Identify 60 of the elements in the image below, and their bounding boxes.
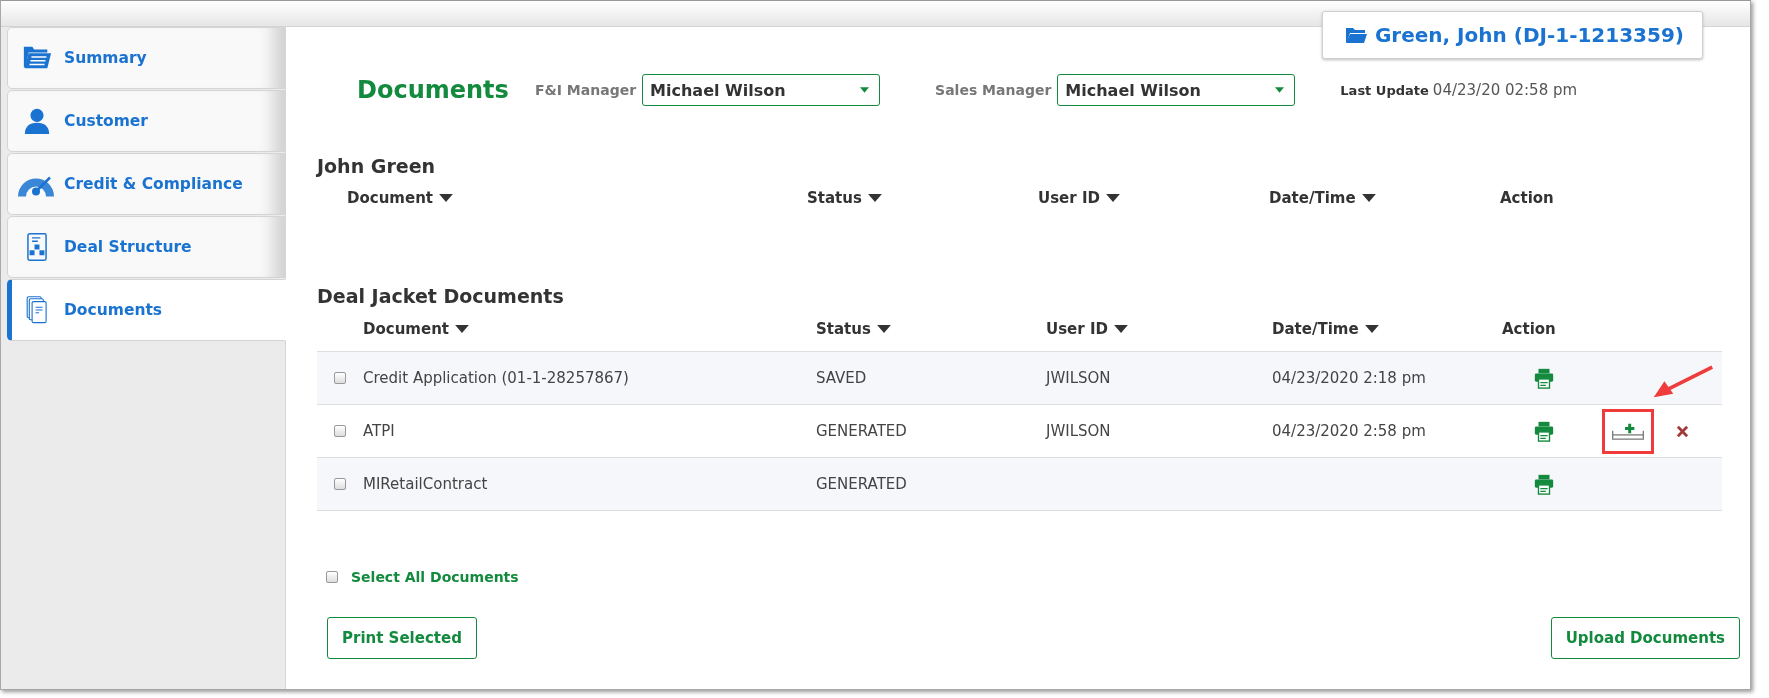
printer-icon[interactable]	[1533, 420, 1555, 442]
sidebar-tab[interactable]: Deal Structure	[7, 216, 285, 278]
sort-caret-icon[interactable]	[1105, 194, 1120, 202]
table-cell-text: JWILSON	[1046, 422, 1112, 440]
table-cell-text: JWILSON	[1046, 369, 1112, 387]
column-header[interactable]: Document	[363, 320, 816, 338]
upload-documents-button[interactable]: Upload Documents	[1550, 617, 1740, 659]
sort-caret-icon[interactable]	[1361, 194, 1376, 202]
sort-caret-icon[interactable]	[455, 325, 469, 333]
folder-icon	[1344, 26, 1367, 44]
table-cell-text: 04/23/2020 2:18 pm	[1272, 369, 1427, 387]
column-header[interactable]: Status	[807, 189, 1038, 207]
sort-caret-icon[interactable]	[1364, 325, 1379, 333]
table-cell-text: GENERATED	[816, 422, 908, 440]
sidebar-tab[interactable]: Credit & Compliance	[7, 153, 285, 215]
column-header[interactable]: User ID	[1046, 320, 1272, 338]
sort-caret-icon[interactable]	[439, 194, 453, 202]
caret-icon	[1275, 87, 1285, 93]
column-header: Action	[1502, 320, 1557, 338]
sort-caret-icon[interactable]	[876, 325, 891, 333]
sidebar-tab[interactable]: Documents	[7, 279, 286, 341]
sidebar-tab[interactable]: Summary	[7, 27, 285, 89]
column-header[interactable]: Status	[816, 320, 1046, 338]
column-header[interactable]: Document	[347, 189, 807, 207]
person-icon	[22, 107, 52, 135]
select-all-checkbox[interactable]	[326, 571, 338, 583]
caret-icon	[860, 87, 870, 93]
printer-icon[interactable]	[1533, 473, 1555, 495]
select-all-label[interactable]: Select All Documents	[351, 569, 519, 585]
tray-plus-icon[interactable]	[1611, 421, 1645, 441]
delete-icon[interactable]	[1676, 424, 1689, 438]
printer-icon[interactable]	[1533, 367, 1555, 389]
manager-dropdown[interactable]: Michael Wilson	[642, 74, 881, 106]
deal-jacket-chip[interactable]: Green, John (DJ-1-1213359)	[1321, 11, 1703, 59]
sidebar-tab[interactable]: Customer	[7, 90, 285, 152]
row-checkbox[interactable]	[334, 372, 346, 384]
section-title: Deal Jacket Documents	[317, 285, 565, 307]
sort-caret-icon[interactable]	[867, 194, 882, 202]
table-cell-text: Credit Application (01-1-28257867)	[363, 369, 630, 387]
table-cell-text: GENERATED	[816, 475, 908, 493]
column-header[interactable]: Date/Time	[1272, 320, 1502, 338]
field-label: Sales Manager	[935, 82, 1052, 98]
print-selected-button[interactable]: Print Selected	[327, 617, 477, 659]
deal-jacket-title: Green, John (DJ-1-1213359)	[1374, 23, 1684, 47]
row-checkbox[interactable]	[334, 425, 346, 437]
page-title: Documents	[357, 76, 510, 104]
manager-dropdown[interactable]: Michael Wilson	[1057, 74, 1296, 106]
table-cell-text: 04/23/2020 2:58 pm	[1272, 422, 1427, 440]
table-cell-text: ATPI	[363, 422, 396, 440]
row-checkbox[interactable]	[334, 478, 346, 490]
column-header[interactable]: User ID	[1038, 189, 1269, 207]
table-cell-text: SAVED	[816, 369, 868, 387]
column-header: Action	[1500, 189, 1555, 207]
column-header[interactable]: Date/Time	[1269, 189, 1500, 207]
last-update-value: 04/23/20 02:58 pm	[1432, 81, 1578, 99]
last-update-label: Last Update	[1340, 82, 1429, 98]
sort-caret-icon[interactable]	[1113, 325, 1128, 333]
section-title: John Green	[317, 155, 437, 177]
table-cell-text: MIRetailContract	[363, 475, 489, 493]
field-label: F&I Manager	[535, 82, 637, 98]
